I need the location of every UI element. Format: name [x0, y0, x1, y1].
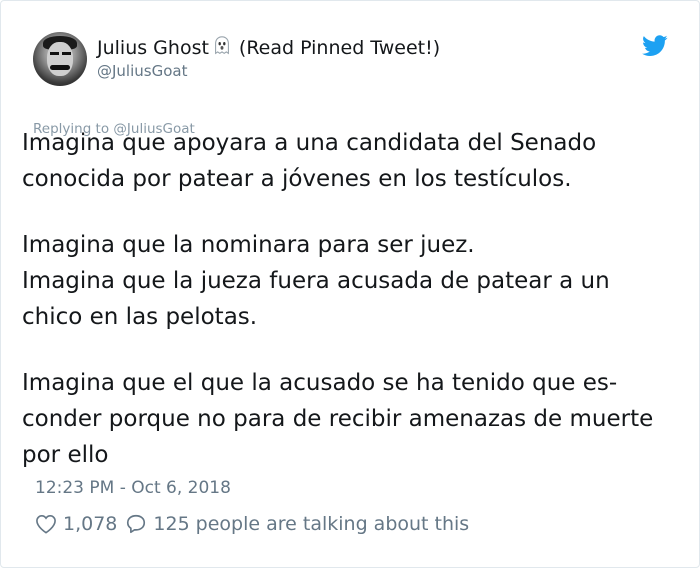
author-name-suffix: (Read Pinned Tweet!) — [238, 37, 441, 59]
replies-count[interactable]: 125 — [153, 513, 189, 535]
tweet-card: Julius Ghost (Read Pinned Tweet!) @Juliu… — [0, 0, 700, 568]
tweet-line: Imagina que la nominara para ser juez. — [22, 232, 475, 258]
talking-label[interactable]: people are talking about this — [196, 513, 470, 535]
author-handle[interactable]: @JuliusGoat — [97, 62, 187, 80]
reply-bubble-icon[interactable] — [125, 513, 147, 535]
author-display-name[interactable]: Julius Ghost — [97, 37, 209, 59]
tweet-timestamp[interactable]: 12:23 PM - Oct 6, 2018 — [35, 478, 231, 498]
tweet-stats: 1,078 125 people are talking about this — [35, 513, 469, 535]
author-name-row[interactable]: Julius Ghost (Read Pinned Tweet!) — [97, 35, 440, 59]
tweet-line: Imagina que la jueza fuera acusada de pa… — [22, 268, 610, 294]
tweet-line: conder porque no para de recibir amenaza… — [22, 406, 654, 432]
tweet-line: chico en las pelotas. — [22, 304, 258, 330]
tweet-line: por ello — [22, 442, 109, 468]
tweet-line: conocida por patear a jóvenes en los tes… — [22, 166, 572, 192]
tweet-line: Imagina que apoyara a una candidata del … — [22, 130, 597, 156]
tweet-line: Imagina que el que la acusado se ha teni… — [22, 370, 618, 396]
avatar[interactable] — [33, 32, 87, 86]
ghost-icon — [214, 36, 229, 55]
twitter-bird-icon[interactable] — [642, 35, 668, 57]
tweet-text: Imagina que apoyara a una candidata del … — [22, 125, 692, 473]
heart-icon[interactable] — [35, 514, 57, 534]
likes-count[interactable]: 1,078 — [63, 513, 117, 535]
